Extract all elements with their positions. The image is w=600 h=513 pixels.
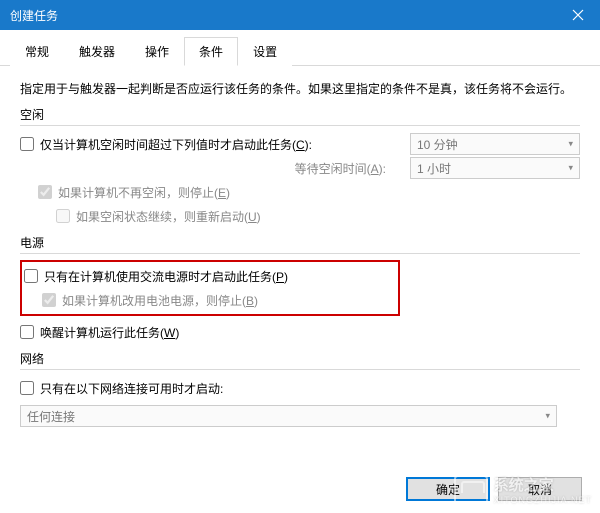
ac-only-checkbox[interactable] [24, 269, 38, 283]
close-icon [572, 9, 584, 21]
section-power-label: 电源 [20, 234, 580, 251]
idle-wait-value: 1 小时 [417, 160, 451, 177]
divider [20, 253, 580, 254]
network-select-value: 任何连接 [27, 408, 75, 425]
description: 指定用于与触发器一起判断是否应运行该任务的条件。如果这里指定的条件不是真，该任务… [20, 80, 580, 98]
network-only-checkbox[interactable] [20, 381, 34, 395]
tab-conditions[interactable]: 条件 [184, 37, 238, 66]
wake-checkbox[interactable] [20, 325, 34, 339]
network-only-checkbox-label[interactable]: 只有在以下网络连接可用时才启动: [20, 380, 580, 397]
ok-button[interactable]: 确定 [406, 477, 490, 501]
idle-stop-checkbox-label[interactable]: 如果计算机不再空闲，则停止(E) [38, 184, 580, 201]
dialog-buttons: 确定 取消 [406, 477, 582, 501]
divider [20, 125, 580, 126]
section-network-label: 网络 [20, 350, 580, 367]
window-title: 创建任务 [10, 7, 555, 24]
idle-restart-checkbox[interactable] [56, 209, 70, 223]
titlebar: 创建任务 [0, 0, 600, 30]
ac-only-checkbox-label[interactable]: 只有在计算机使用交流电源时才启动此任务(P) [24, 268, 396, 285]
section-idle-label: 空闲 [20, 106, 580, 123]
tab-triggers[interactable]: 触发器 [64, 37, 130, 66]
tab-strip: 常规 触发器 操作 条件 设置 [0, 30, 600, 66]
divider [20, 369, 580, 370]
idle-stop-checkbox[interactable] [38, 185, 52, 199]
idle-wait-label: 等待空闲时间(A): [38, 160, 390, 177]
content-pane: 指定用于与触发器一起判断是否应运行该任务的条件。如果这里指定的条件不是真，该任务… [0, 66, 600, 438]
stop-battery-checkbox-label[interactable]: 如果计算机改用电池电源，则停止(B) [42, 292, 396, 309]
idle-start-checkbox-label[interactable]: 仅当计算机空闲时间超过下列值时才启动此任务(C): [20, 136, 390, 153]
close-button[interactable] [555, 0, 600, 30]
chevron-down-icon: ▾ [568, 139, 573, 150]
tab-settings[interactable]: 设置 [238, 37, 292, 66]
idle-duration-select[interactable]: 10 分钟 ▾ [410, 133, 580, 155]
idle-restart-checkbox-label[interactable]: 如果空闲状态继续，则重新启动(U) [56, 208, 580, 225]
stop-battery-checkbox[interactable] [42, 293, 56, 307]
tab-actions[interactable]: 操作 [130, 37, 184, 66]
cancel-button[interactable]: 取消 [498, 477, 582, 501]
idle-duration-value: 10 分钟 [417, 136, 458, 153]
tab-general[interactable]: 常规 [10, 37, 64, 66]
network-select[interactable]: 任何连接 ▾ [20, 405, 557, 427]
network-only-text: 只有在以下网络连接可用时才启动: [40, 380, 223, 397]
idle-wait-select[interactable]: 1 小时 ▾ [410, 157, 580, 179]
chevron-down-icon: ▾ [568, 163, 573, 174]
highlight-annotation: 只有在计算机使用交流电源时才启动此任务(P) 如果计算机改用电池电源，则停止(B… [20, 260, 400, 316]
chevron-down-icon: ▾ [545, 411, 550, 422]
idle-start-checkbox[interactable] [20, 137, 34, 151]
wake-checkbox-label[interactable]: 唤醒计算机运行此任务(W) [20, 324, 580, 341]
